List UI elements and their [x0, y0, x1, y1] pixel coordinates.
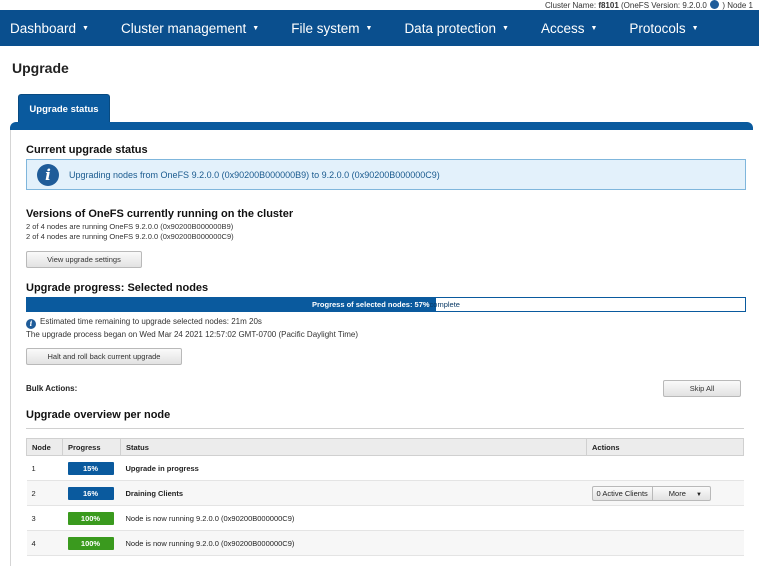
progress-label: Progress of selected nodes: 57%	[312, 300, 430, 309]
progress-badge: 100%	[67, 536, 114, 550]
node-status: Draining Clients	[120, 480, 587, 506]
nav-label: Dashboard	[10, 20, 77, 36]
overview-heading: Upgrade overview per node	[26, 409, 171, 421]
nav-cluster-management[interactable]: Cluster management ▼	[111, 21, 269, 36]
current-status-message: Upgrading nodes from OneFS 9.2.0.0 (0x90…	[69, 169, 440, 180]
node-status: Node is now running 9.2.0.0 (0x90200B000…	[120, 505, 587, 531]
node-overview-table: Node Progress Status Actions 1 15% Upgra…	[26, 438, 744, 556]
version-line: 2 of 4 nodes are running OneFS 9.2.0.0 (…	[26, 222, 234, 231]
estimate-line: i Estimated time remaining to upgrade sel…	[26, 317, 262, 329]
versions-heading: Versions of OneFS currently running on t…	[26, 208, 294, 220]
node-progress: 15%	[62, 455, 121, 481]
node-action-buttons: 0 Active Clients More ▼	[591, 485, 711, 501]
nav-label: File system	[291, 20, 360, 36]
table-top-border	[26, 428, 744, 432]
caret-down-icon: ▼	[365, 24, 373, 32]
version-text: (OneFS Version: 9.2.0.0	[621, 1, 707, 10]
view-upgrade-settings-button[interactable]: View upgrade settings	[26, 251, 142, 268]
node-text: ) Node 1	[722, 1, 753, 10]
cluster-name: f8101	[598, 1, 619, 10]
progress-badge: 100%	[67, 511, 114, 525]
skip-all-button[interactable]: Skip All	[663, 380, 741, 397]
node-number: 2	[26, 480, 63, 506]
node-progress: 100%	[62, 530, 121, 556]
began-text: The upgrade process began on Wed Mar 24 …	[26, 330, 359, 339]
column-header-actions: Actions	[586, 438, 744, 456]
info-icon: i	[37, 163, 59, 186]
node-status: Node is now running 9.2.0.0 (0x90200B000…	[120, 530, 587, 556]
nav-protocols[interactable]: Protocols ▼	[619, 21, 708, 36]
nav-label: Cluster management	[120, 20, 247, 36]
node-number: 4	[26, 530, 63, 556]
table-row: 1 15% Upgrade in progress	[26, 455, 744, 481]
separator	[651, 486, 661, 500]
nav-label: Data protection	[404, 20, 496, 36]
main-navigation: Dashboard ▼ Cluster management ▼ File syst…	[0, 10, 759, 46]
selected-nodes-progress-bar: Progress of selected nodes: 57% complete	[26, 297, 746, 312]
node-progress: 16%	[62, 480, 121, 506]
tab-upgrade-status[interactable]: Upgrade status	[18, 94, 110, 124]
node-actions	[586, 455, 744, 481]
column-header-node[interactable]: Node	[26, 438, 63, 456]
info-icon: i	[26, 319, 36, 329]
caret-down-icon: ▼	[252, 24, 260, 32]
upgrade-status-panel: Current upgrade status i Upgrading nodes…	[10, 130, 753, 566]
caret-down-icon: ▼	[82, 24, 89, 32]
info-icon[interactable]	[710, 0, 720, 9]
current-status-banner: i Upgrading nodes from OneFS 9.2.0.0 (0x…	[26, 159, 746, 190]
halt-rollback-button[interactable]: Halt and roll back current upgrade	[26, 348, 182, 365]
table-row: 3 100% Node is now running 9.2.0.0 (0x90…	[26, 505, 744, 531]
table-row: 4 100% Node is now running 9.2.0.0 (0x90…	[26, 530, 744, 556]
caret-down-icon: ▼	[502, 24, 509, 32]
version-line: 2 of 4 nodes are running OneFS 9.2.0.0 (…	[26, 232, 234, 241]
nav-label: Protocols	[629, 20, 686, 36]
nav-file-system[interactable]: File system ▼	[281, 21, 382, 36]
bulk-actions-label: Bulk Actions:	[26, 384, 78, 393]
tab-bar	[10, 122, 753, 130]
nav-data-protection[interactable]: Data protection ▼	[394, 21, 519, 36]
more-label: More	[668, 488, 686, 498]
more-button[interactable]: More ▼	[661, 489, 710, 498]
progress-badge: 15%	[67, 461, 114, 475]
nav-label: Access	[540, 20, 585, 36]
current-status-heading: Current upgrade status	[26, 144, 148, 156]
progress-badge: 16%	[67, 486, 114, 500]
progress-text: Progress of selected nodes: 57% complete	[27, 298, 745, 311]
caret-down-icon: ▼	[590, 24, 598, 32]
caret-down-icon: ▼	[695, 491, 702, 498]
node-status: Upgrade in progress	[120, 455, 587, 481]
caret-down-icon: ▼	[691, 24, 699, 32]
node-progress: 100%	[62, 505, 121, 531]
nav-dashboard[interactable]: Dashboard ▼	[0, 21, 99, 36]
estimate-text: Estimated time remaining to upgrade sele…	[40, 317, 262, 326]
node-actions: 0 Active Clients More ▼	[586, 480, 744, 506]
progress-heading: Upgrade progress: Selected nodes	[26, 282, 209, 294]
node-number: 1	[26, 455, 63, 481]
table-header-row: Node Progress Status Actions	[26, 438, 744, 456]
table-row: 2 16% Draining Clients 0 Active Clients …	[26, 480, 744, 506]
node-actions	[586, 505, 744, 531]
node-number: 3	[26, 505, 63, 531]
active-clients-button[interactable]: 0 Active Clients	[593, 489, 652, 498]
column-header-status[interactable]: Status	[120, 438, 587, 456]
cluster-info: Cluster Name: f8101 (OneFS Version: 9.2.…	[545, 0, 753, 10]
progress-suffix: complete	[429, 300, 460, 309]
cluster-label: Cluster Name:	[544, 1, 597, 10]
nav-access[interactable]: Access ▼	[531, 21, 607, 36]
node-actions	[586, 530, 744, 556]
page-title: Upgrade	[12, 60, 69, 76]
column-header-progress[interactable]: Progress	[62, 438, 121, 456]
